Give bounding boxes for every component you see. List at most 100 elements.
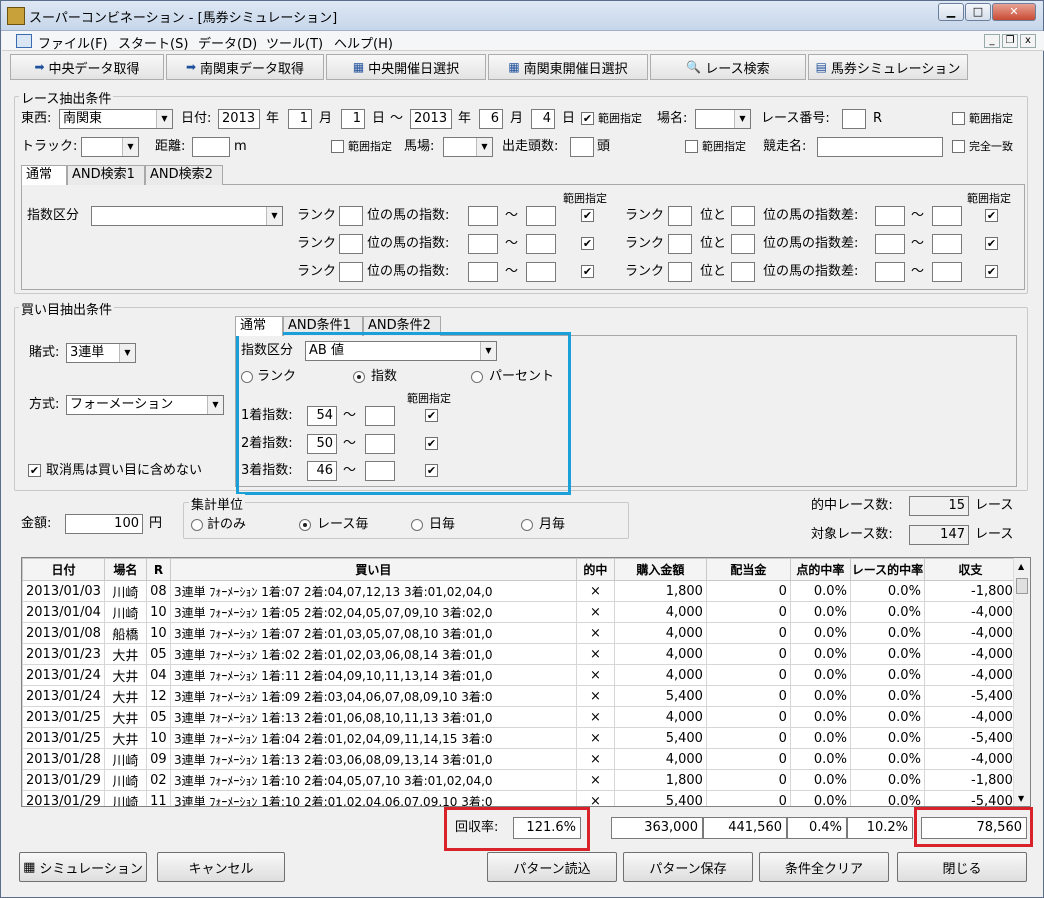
table-row[interactable]: 2013/01/24 大井 04 3連単 ﾌｫｰﾒｰｼｮﾝ 1着:11 2着:04,0…	[22, 664, 1017, 686]
column-header[interactable]: 日付	[22, 558, 105, 581]
from-month-input[interactable]: 1	[288, 109, 312, 129]
race-name-input[interactable]	[817, 137, 943, 157]
diff-to-input[interactable]	[932, 206, 962, 226]
race-no-input[interactable]	[842, 109, 866, 129]
table-row[interactable]: 2013/01/29 川崎 02 3連単 ﾌｫｰﾒｰｼｮﾝ 1着:10 2着:04,0…	[22, 769, 1017, 791]
to-month-input[interactable]: 6	[479, 109, 503, 129]
baba-select[interactable]: ▼	[443, 137, 493, 157]
menu-start[interactable]: スタート(S)	[118, 33, 188, 52]
mdi-minimize-button[interactable]: _	[984, 34, 1000, 48]
maximize-button[interactable]: □	[965, 3, 991, 21]
index-to-input[interactable]	[526, 206, 556, 226]
race-tab-and2[interactable]: AND検索2	[145, 165, 223, 185]
range-checkbox[interactable]: ✔	[581, 237, 594, 250]
bet-tab-normal[interactable]: 通常	[235, 316, 283, 336]
race-tab-normal[interactable]: 通常	[21, 165, 67, 185]
column-header[interactable]: レース的中率	[849, 558, 925, 581]
column-header[interactable]: 点的中率	[789, 558, 851, 581]
exclude-scratched-checkbox[interactable]: ✔	[28, 464, 41, 477]
rank-b-input[interactable]	[731, 234, 755, 254]
race-search-button[interactable]: 🔍 レース検索	[650, 54, 806, 80]
central-data-button[interactable]: ➡ 中央データ取得	[10, 54, 164, 80]
method-select[interactable]: フォーメーション ▼	[66, 395, 224, 415]
close-button[interactable]: 閉じる	[897, 852, 1027, 882]
index-to-input[interactable]	[526, 262, 556, 282]
to-year-input[interactable]: 2013	[410, 109, 452, 129]
central-date-button[interactable]: ▦ 中央開催日選択	[326, 54, 486, 80]
load-pattern-button[interactable]: パターン読込	[487, 852, 617, 882]
index-from-input[interactable]	[468, 206, 498, 226]
table-row[interactable]: 2013/01/08 船橋 10 3連単 ﾌｫｰﾒｰｼｮﾝ 1着:07 2着:01,0…	[22, 622, 1017, 644]
diff-from-input[interactable]	[875, 234, 905, 254]
diff-to-input[interactable]	[932, 234, 962, 254]
rank-input[interactable]	[339, 234, 363, 254]
rank-input[interactable]	[339, 206, 363, 226]
heads-range-checkbox[interactable]	[685, 140, 698, 153]
range-checkbox[interactable]: ✔	[985, 209, 998, 222]
save-pattern-button[interactable]: パターン保存	[623, 852, 753, 882]
range-checkbox[interactable]: ✔	[581, 265, 594, 278]
menu-tools[interactable]: ツール(T)	[266, 33, 323, 52]
cancel-button[interactable]: キャンセル	[157, 852, 285, 882]
radio-per-month[interactable]	[521, 519, 533, 531]
index-from-input[interactable]	[468, 234, 498, 254]
from-day-input[interactable]: 1	[341, 109, 365, 129]
minimize-button[interactable]: ▁	[938, 3, 964, 21]
race-index-kind-select[interactable]: ▼	[91, 206, 283, 226]
radio-per-race[interactable]	[299, 519, 311, 531]
diff-from-input[interactable]	[875, 206, 905, 226]
rank-input[interactable]	[339, 262, 363, 282]
distance-range-checkbox[interactable]	[331, 140, 344, 153]
menu-file[interactable]: ファイル(F)	[38, 33, 108, 52]
mdi-close-button[interactable]: x	[1020, 34, 1036, 48]
simulate-button[interactable]: ▦ シミュレーション	[19, 852, 147, 882]
bet-type-select[interactable]: 3連単 ▼	[66, 343, 136, 363]
column-header[interactable]: 収支	[923, 558, 1017, 581]
from-year-input[interactable]: 2013	[218, 109, 260, 129]
close-window-button[interactable]: ✕	[992, 3, 1036, 21]
distance-input[interactable]	[192, 137, 230, 157]
index-to-input[interactable]	[526, 234, 556, 254]
heads-input[interactable]	[570, 137, 594, 157]
range-checkbox[interactable]: ✔	[985, 265, 998, 278]
minami-date-button[interactable]: ▦ 南関東開催日選択	[488, 54, 648, 80]
table-row[interactable]: 2013/01/04 川崎 10 3連単 ﾌｫｰﾒｰｼｮﾝ 1着:05 2着:02,0…	[22, 601, 1017, 623]
column-header[interactable]: 購入金額	[613, 558, 707, 581]
column-header[interactable]: 的中	[575, 558, 615, 581]
rank-b-input[interactable]	[731, 262, 755, 282]
place-select[interactable]: ▼	[695, 109, 751, 129]
date-range-checkbox[interactable]: ✔	[581, 112, 594, 125]
radio-per-day[interactable]	[411, 519, 423, 531]
race-no-range-checkbox[interactable]	[952, 112, 965, 125]
rank-a-input[interactable]	[668, 234, 692, 254]
table-row[interactable]: 2013/01/28 川崎 09 3連単 ﾌｫｰﾒｰｼｮﾝ 1着:13 2着:03,0…	[22, 748, 1017, 770]
table-row[interactable]: 2013/01/23 大井 05 3連単 ﾌｫｰﾒｰｼｮﾝ 1着:02 2着:01,0…	[22, 643, 1017, 665]
race-tab-and1[interactable]: AND検索1	[67, 165, 145, 185]
simulation-tab-button[interactable]: ▤ 馬券シミュレーション	[808, 54, 968, 80]
table-row[interactable]: 2013/01/29 川崎 11 3連単 ﾌｫｰﾒｰｼｮﾝ 1着:10 2着:01,0…	[22, 790, 1017, 806]
menu-data[interactable]: データ(D)	[198, 33, 257, 52]
menu-help[interactable]: ヘルプ(H)	[334, 33, 393, 52]
diff-to-input[interactable]	[932, 262, 962, 282]
range-checkbox[interactable]: ✔	[985, 237, 998, 250]
index-from-input[interactable]	[468, 262, 498, 282]
clear-conditions-button[interactable]: 条件全クリア	[759, 852, 889, 882]
results-scrollbar[interactable]: ▲ ▼	[1013, 558, 1030, 806]
range-checkbox[interactable]: ✔	[581, 209, 594, 222]
table-row[interactable]: 2013/01/25 大井 10 3連単 ﾌｫｰﾒｰｼｮﾝ 1着:04 2着:01,0…	[22, 727, 1017, 749]
touzai-select[interactable]: 南関東 ▼	[59, 109, 173, 129]
rank-b-input[interactable]	[731, 206, 755, 226]
table-row[interactable]: 2013/01/25 大井 05 3連単 ﾌｫｰﾒｰｼｮﾝ 1着:13 2着:01,0…	[22, 706, 1017, 728]
column-header[interactable]: R	[145, 558, 171, 581]
track-select[interactable]: ▼	[81, 137, 139, 157]
column-header[interactable]: 場名	[103, 558, 147, 581]
rank-a-input[interactable]	[668, 262, 692, 282]
table-row[interactable]: 2013/01/24 大井 12 3連単 ﾌｫｰﾒｰｼｮﾝ 1着:09 2着:03,0…	[22, 685, 1017, 707]
column-header[interactable]: 買い目	[169, 558, 577, 581]
scroll-thumb[interactable]	[1016, 578, 1028, 594]
rank-a-input[interactable]	[668, 206, 692, 226]
diff-from-input[interactable]	[875, 262, 905, 282]
exact-match-checkbox[interactable]	[952, 140, 965, 153]
column-header[interactable]: 配当金	[705, 558, 791, 581]
minami-data-button[interactable]: ➡ 南関東データ取得	[166, 54, 324, 80]
